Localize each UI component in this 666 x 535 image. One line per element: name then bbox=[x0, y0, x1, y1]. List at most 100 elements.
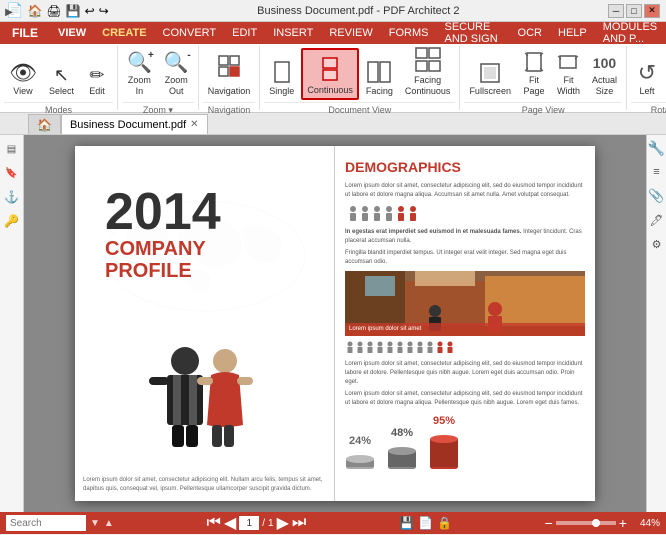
collapse-panel-btn[interactable]: ▶ bbox=[4, 2, 14, 22]
continuous-button[interactable]: Continuous bbox=[301, 48, 359, 100]
right-panel-btn-4[interactable]: 🖊 bbox=[648, 211, 666, 229]
right-panel-btn-1[interactable]: 🔧 bbox=[648, 139, 666, 157]
menu-insert[interactable]: INSERT bbox=[265, 22, 321, 44]
menu-convert[interactable]: CONVERT bbox=[155, 22, 225, 44]
fit-page-button[interactable]: FitPage bbox=[518, 48, 550, 100]
company-line2: PROFILE bbox=[105, 260, 334, 283]
menu-secure[interactable]: SECURE AND SIGN bbox=[436, 22, 509, 44]
right-panel-btn-5[interactable]: ⚙ bbox=[648, 235, 666, 253]
status-icon-2[interactable]: 📄 bbox=[418, 516, 433, 530]
demo-para-3: Fringilla blandit imperdiet tempus. Ut i… bbox=[345, 249, 585, 267]
doc-page-left: 2014 COMPANY PROFILE bbox=[75, 146, 335, 501]
minimize-btn[interactable]: ─ bbox=[608, 4, 624, 18]
fit-width-label: FitWidth bbox=[557, 75, 580, 97]
select-button[interactable]: ↖ Select bbox=[44, 48, 79, 100]
close-btn[interactable]: ✕ bbox=[644, 4, 660, 18]
toolbar-icon-print[interactable]: 🖨 bbox=[46, 4, 61, 18]
first-page-btn[interactable]: ⏮ bbox=[207, 514, 221, 532]
search-down-icon[interactable]: ▼ bbox=[90, 518, 100, 529]
next-page-btn[interactable]: ▶ bbox=[277, 513, 289, 533]
document-tab-label: Business Document.pdf bbox=[70, 119, 186, 131]
left-panel-btn-4[interactable]: 🔑 bbox=[2, 211, 22, 231]
select-label: Select bbox=[49, 86, 74, 97]
zoom-out-button[interactable]: 🔍- ZoomOut bbox=[159, 48, 194, 100]
navigation-group-label: Navigation bbox=[203, 102, 256, 117]
fit-width-button[interactable]: FitWidth bbox=[552, 48, 585, 100]
actual-size-button[interactable]: 100 ActualSize bbox=[587, 48, 622, 100]
menu-view[interactable]: VIEW bbox=[50, 22, 94, 44]
facing-continuous-icon bbox=[415, 47, 441, 75]
pageview-label: Page View bbox=[464, 102, 622, 117]
menu-create[interactable]: CREATE bbox=[94, 22, 154, 44]
ribbon-group-docview: Single Continuous bbox=[260, 46, 460, 110]
search-input[interactable] bbox=[6, 515, 86, 531]
year-text: 2014 bbox=[105, 186, 334, 238]
facing-button[interactable]: Facing bbox=[361, 48, 398, 100]
left-panel-btn-3[interactable]: ⚓ bbox=[2, 187, 22, 207]
single-button[interactable]: Single bbox=[264, 48, 299, 100]
menu-forms[interactable]: FORMS bbox=[381, 22, 437, 44]
continuous-label: Continuous bbox=[307, 85, 353, 96]
view-label: View bbox=[13, 86, 32, 97]
zoom-in-status-btn[interactable]: + bbox=[619, 515, 627, 531]
fullscreen-button[interactable]: Fullscreen bbox=[464, 48, 516, 100]
toolbar-icon-home[interactable]: 🏠 bbox=[27, 4, 42, 18]
status-icon-1[interactable]: 💾 bbox=[399, 516, 414, 530]
navigation-label: Navigation bbox=[208, 86, 251, 97]
edit-label: Edit bbox=[89, 86, 105, 97]
tab-close-btn[interactable]: ✕ bbox=[190, 119, 198, 130]
last-page-btn[interactable]: ⏭ bbox=[292, 514, 306, 532]
stat-95: 95% bbox=[429, 414, 459, 469]
rotate-label: Rotate bbox=[631, 102, 666, 117]
ribbon: 👁 View ↖ Select ✏ Edit Modes 🔍+ ZoomIn bbox=[0, 44, 666, 113]
demo-para-2: In egestas erat imperdiet sed euismod in… bbox=[345, 228, 585, 246]
ribbon-group-pageview: Fullscreen FitPage bbox=[460, 46, 627, 110]
menu-ocr[interactable]: OCR bbox=[510, 22, 550, 44]
fit-page-icon bbox=[523, 51, 545, 75]
status-icon-3[interactable]: 🔒 bbox=[437, 516, 452, 530]
zoom-out-status-btn[interactable]: − bbox=[545, 515, 553, 531]
zoom-in-button[interactable]: 🔍+ ZoomIn bbox=[122, 48, 157, 100]
edit-button[interactable]: ✏ Edit bbox=[81, 48, 113, 100]
zoom-slider[interactable] bbox=[556, 521, 616, 525]
demographics-title: DEMOGRAPHICS bbox=[345, 158, 585, 178]
company-line1: COMPANY bbox=[105, 238, 334, 260]
view-icon: 👁 bbox=[9, 62, 37, 84]
menu-modules[interactable]: MODULES AND P... bbox=[595, 22, 666, 44]
facing-continuous-button[interactable]: FacingContinuous bbox=[400, 48, 456, 100]
toolbar-icon-undo[interactable]: ↩ bbox=[85, 4, 95, 18]
left-panel-btn-2[interactable]: 🔖 bbox=[2, 163, 22, 183]
window-title: Business Document.pdf - PDF Architect 2 bbox=[109, 5, 608, 17]
navigation-button[interactable]: Navigation bbox=[203, 48, 256, 100]
docview-label: Document View bbox=[264, 102, 455, 117]
navigation-icon bbox=[217, 54, 241, 84]
left-panel-btn-1[interactable]: ▤ bbox=[2, 139, 22, 159]
toolbar-icon-save[interactable]: 💾 bbox=[66, 4, 81, 18]
search-up-icon[interactable]: ▲ bbox=[104, 518, 114, 529]
home-tab[interactable]: 🏠 bbox=[28, 114, 61, 134]
facing-label: Facing bbox=[366, 86, 393, 97]
zoom-in-label: ZoomIn bbox=[128, 75, 151, 97]
toolbar-icon-redo[interactable]: ↪ bbox=[99, 4, 109, 18]
zoom-section: − + 44% bbox=[545, 515, 660, 531]
rotate-left-button[interactable]: ↺ Left bbox=[631, 48, 663, 100]
single-label: Single bbox=[269, 86, 294, 97]
right-panel-btn-2[interactable]: ≡ bbox=[648, 163, 666, 181]
maximize-btn[interactable]: □ bbox=[626, 4, 642, 18]
menu-file[interactable]: FILE bbox=[0, 22, 50, 44]
person-row-2 bbox=[345, 340, 585, 357]
edit-icon: ✏ bbox=[89, 66, 104, 84]
menu-review[interactable]: REVIEW bbox=[321, 22, 380, 44]
view-button[interactable]: 👁 View bbox=[4, 48, 42, 100]
page-number-input[interactable] bbox=[239, 516, 259, 530]
fullscreen-icon bbox=[479, 62, 501, 86]
menu-help[interactable]: HELP bbox=[550, 22, 595, 44]
facing-continuous-label: FacingContinuous bbox=[405, 75, 451, 97]
right-panel-btn-3[interactable]: 📎 bbox=[648, 187, 666, 205]
document-tab[interactable]: Business Document.pdf ✕ bbox=[61, 114, 208, 134]
rotate-left-icon: ↺ bbox=[638, 60, 656, 86]
stat-48: 48% bbox=[387, 426, 417, 469]
zoom-slider-thumb[interactable] bbox=[592, 519, 600, 527]
menu-edit[interactable]: EDIT bbox=[224, 22, 265, 44]
prev-page-btn[interactable]: ◀ bbox=[224, 513, 236, 533]
